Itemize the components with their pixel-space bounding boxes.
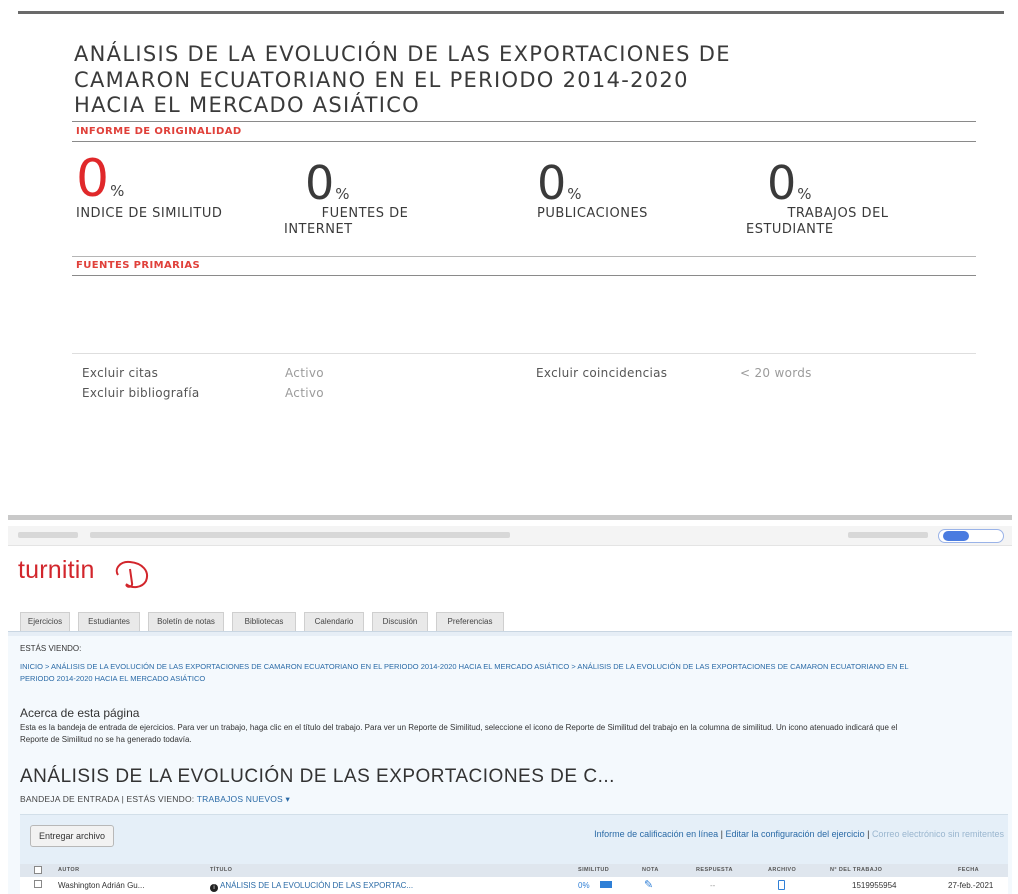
student-papers-label: TRABAJOS DEL ESTUDIANTE: [738, 206, 938, 238]
exclude-matches-label: Excluir coincidencias: [536, 366, 668, 380]
student-papers-label-line-2: ESTUDIANTE: [746, 222, 834, 237]
column-paper-id[interactable]: N° DEL TRABAJO: [830, 867, 882, 873]
similarity-report-icon[interactable]: [600, 881, 612, 888]
email-non-submitters-link[interactable]: Correo electrónico sin remitentes: [872, 829, 1004, 839]
originality-report-label: INFORME DE ORIGINALIDAD: [76, 126, 242, 137]
report-title-line-2: CAMARON ECUATORIANO EN EL PERIODO 2014-2…: [74, 67, 689, 92]
divider: [72, 353, 976, 354]
inbox-toolbar: Entregar archivo Informe de calificación…: [20, 814, 1008, 864]
breadcrumb-line-1[interactable]: INICIO > ANÁLISIS DE LA EVOLUCIÓN DE LAS…: [20, 661, 1005, 673]
divider: [72, 275, 976, 276]
internet-sources-label-line-1: FUENTES DE: [321, 206, 409, 221]
similarity-index-stat: 0%: [76, 149, 125, 209]
similarity-index-value: 0: [76, 149, 110, 209]
divider: [72, 121, 976, 122]
tab-calendar[interactable]: Calendario: [304, 612, 364, 631]
primary-sources-label: FUENTES PRIMARIAS: [76, 260, 201, 271]
publications-stat: 0%: [537, 160, 582, 206]
exclude-matches-value: < 20 words: [740, 366, 812, 380]
online-grading-report-link[interactable]: Informe de calificación en línea: [594, 829, 718, 839]
tab-assignments[interactable]: Ejercicios: [20, 612, 70, 631]
breadcrumb-line-2[interactable]: PERIODO 2014-2020 HACIA EL MERCADO ASIÁT…: [20, 673, 1005, 685]
viewing-label: ESTÁS VIENDO:: [20, 644, 82, 653]
tab-gradebook[interactable]: Boletín de notas: [148, 612, 224, 631]
about-text: Esta es la bandeja de entrada de ejercic…: [20, 722, 1010, 746]
column-file[interactable]: ARCHIVO: [768, 867, 796, 873]
similarity-index-label: INDICE DE SIMILITUD: [76, 206, 223, 221]
image-separator: [8, 515, 1012, 520]
profile-dot-icon: [943, 531, 969, 541]
internet-sources-stat: 0%: [305, 160, 350, 206]
internet-sources-value: 0: [305, 156, 335, 210]
column-title[interactable]: TÍTULO: [210, 867, 232, 873]
tab-preferences[interactable]: Preferencias: [436, 612, 504, 631]
edit-assignment-settings-link[interactable]: Editar la configuración del ejercicio: [726, 829, 865, 839]
assignment-title: ANÁLISIS DE LA EVOLUCIÓN DE LAS EXPORTAC…: [20, 766, 615, 787]
table-header: AUTOR TÍTULO SIMILITUD NOTA RESPUESTA AR…: [20, 864, 1008, 877]
column-response[interactable]: RESPUESTA: [696, 867, 733, 873]
percent-sign: %: [797, 185, 812, 203]
exclude-quotes-label: Excluir citas: [82, 366, 159, 380]
link-separator: |: [864, 829, 872, 839]
breadcrumb[interactable]: INICIO > ANÁLISIS DE LA EVOLUCIÓN DE LAS…: [20, 661, 1005, 685]
exclude-quotes-value: Activo: [285, 366, 324, 380]
row-title-link[interactable]: i ANÁLISIS DE LA EVOLUCIÓN DE LAS EXPORTA…: [210, 881, 413, 892]
turnitin-logo[interactable]: turnitin: [18, 556, 95, 585]
file-icon[interactable]: [778, 880, 785, 890]
publications-value: 0: [537, 156, 567, 210]
tab-students[interactable]: Estudiantes: [78, 612, 140, 631]
row-similarity: 0%: [578, 881, 590, 890]
tab-discussion[interactable]: Discusión: [372, 612, 428, 631]
link-separator: |: [718, 829, 726, 839]
report-title-line-1: ANÁLISIS DE LA EVOLUCIÓN DE LAS EXPORTAC…: [74, 42, 731, 66]
row-paper-id: 1519955954: [852, 881, 897, 890]
row-date: 27-feb.-2021: [948, 881, 994, 890]
browser-extension-icons[interactable]: [848, 532, 928, 538]
profile-toggle[interactable]: [938, 529, 1004, 543]
browser-nav-icon[interactable]: [18, 532, 78, 538]
tab-libraries[interactable]: Bibliotecas: [232, 612, 296, 631]
report-title-line-3: HACIA EL MERCADO ASIÁTICO: [74, 93, 421, 117]
browser-toolbar: [8, 526, 1012, 546]
new-papers-filter-dropdown[interactable]: TRABAJOS NUEVOS ▾: [197, 794, 290, 804]
about-text-line-1: Esta es la bandeja de entrada de ejercic…: [20, 723, 898, 732]
column-similarity[interactable]: SIMILITUD: [578, 867, 609, 873]
column-author[interactable]: AUTOR: [58, 867, 79, 873]
column-date[interactable]: FECHA: [958, 867, 979, 873]
table-row[interactable]: Washington Adrián Gu... i ANÁLISIS DE LA …: [20, 877, 1008, 894]
internet-sources-label: FUENTES DE INTERNET: [284, 206, 440, 238]
publications-label: PUBLICACIONES: [537, 206, 648, 221]
about-heading: Acerca de esta página: [20, 706, 140, 720]
percent-sign: %: [335, 185, 350, 203]
originality-report: ANÁLISIS DE LA EVOLUCIÓN DE LAS EXPORTAC…: [0, 0, 1018, 520]
row-response: --: [710, 881, 716, 890]
percent-sign: %: [567, 185, 582, 203]
grade-pencil-icon[interactable]: ✎: [644, 878, 653, 891]
address-bar[interactable]: [90, 532, 510, 538]
exclude-bibliography-value: Activo: [285, 386, 324, 400]
report-title: ANÁLISIS DE LA EVOLUCIÓN DE LAS EXPORTAC…: [74, 42, 974, 119]
internet-sources-label-line-2: INTERNET: [284, 222, 353, 237]
select-all-checkbox[interactable]: [34, 866, 42, 874]
about-text-line-2: Reporte de Similitud no se ha generado t…: [20, 735, 192, 744]
turnitin-logo-mark-icon: [115, 560, 148, 589]
row-checkbox[interactable]: [34, 880, 42, 888]
student-papers-label-line-1: TRABAJOS DEL: [787, 206, 889, 221]
inbox-prefix: BANDEJA DE ENTRADA | ESTÁS VIENDO:: [20, 794, 195, 804]
inbox-filter-line: BANDEJA DE ENTRADA | ESTÁS VIENDO: TRABA…: [20, 794, 290, 805]
info-icon: i: [210, 884, 218, 892]
toolbar-links: Informe de calificación en línea | Edita…: [594, 829, 1004, 839]
percent-sign: %: [110, 182, 125, 200]
divider: [72, 256, 976, 257]
divider: [72, 141, 976, 142]
student-papers-stat: 0%: [767, 160, 812, 206]
row-author: Washington Adrián Gu...: [58, 881, 145, 890]
row-title-text[interactable]: ANÁLISIS DE LA EVOLUCIÓN DE LAS EXPORTAC…: [220, 881, 413, 890]
student-papers-value: 0: [767, 156, 797, 210]
exclude-bibliography-label: Excluir bibliografía: [82, 386, 200, 400]
column-grade[interactable]: NOTA: [642, 867, 659, 873]
top-rule: [18, 11, 1004, 14]
turnitin-inbox: turnitin Ejercicios Estudiantes Boletín …: [8, 526, 1012, 894]
submit-file-button[interactable]: Entregar archivo: [30, 825, 114, 847]
